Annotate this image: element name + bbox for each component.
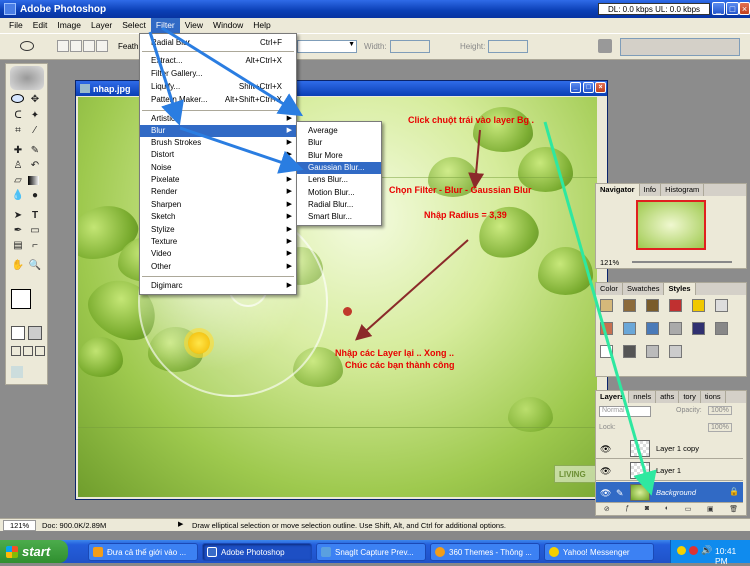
arrow-filter-to-blur [148,31,184,126]
taskbar-item-yahoo[interactable]: Yahoo! Messenger [544,543,654,561]
annotation-radius: Nhập Radius = 3,39 [424,210,507,220]
tray-volume-icon[interactable]: 🔊 [701,545,712,556]
tray-yahoo-icon[interactable] [677,546,686,555]
annotation-choose-filter: Chọn Filter - Blur - Gaussian Blur [389,185,532,195]
snagit-icon [321,547,331,557]
annotation-success: Chúc các bạn thành công [345,360,455,370]
annotation-merge-layers: Nhập các Layer lại .. Xong .. [335,348,455,358]
system-tray: 🔊 10:41 PM [670,540,750,566]
status-arrow-icon[interactable]: ▶ [178,520,183,528]
yahoo-messenger-icon [549,547,559,557]
tray-clock: 10:41 PM [715,546,737,566]
status-bar: 121% Doc: 900.0K/2.89M ▶ Draw elliptical… [0,518,750,531]
start-button[interactable]: start [0,540,68,563]
status-doc-size: Doc: 900.0K/2.89M [42,521,107,530]
firefox-icon [435,547,445,557]
photoshop-icon [207,547,217,557]
arrow-filter-to-submenu [161,26,304,117]
arrow-blur-to-gaussian [179,126,304,174]
arrow-to-background-layer [543,121,657,496]
taskbar-item-photoshop[interactable]: Adobe Photoshop [202,543,312,561]
arrow-annotation-1 [468,129,485,189]
annotation-arrows [148,26,657,496]
firefox-icon [93,547,103,557]
arrow-annotation-2 [355,239,469,341]
tray-antivirus-icon[interactable] [689,546,698,555]
windows-logo-icon [6,545,18,558]
taskbar-item-360themes[interactable]: 360 Themes - Thông ... [430,543,540,561]
status-zoom[interactable]: 121% [3,520,37,531]
status-hint: Draw elliptical selection or move select… [192,521,506,530]
taskbar-item-browser[interactable]: Đưa cả thế giới vào ... [88,543,198,561]
taskbar-item-snagit[interactable]: SnagIt Capture Prev... [316,543,426,561]
annotation-click-bg: Click chuột trái vào layer Bg . [408,115,535,125]
